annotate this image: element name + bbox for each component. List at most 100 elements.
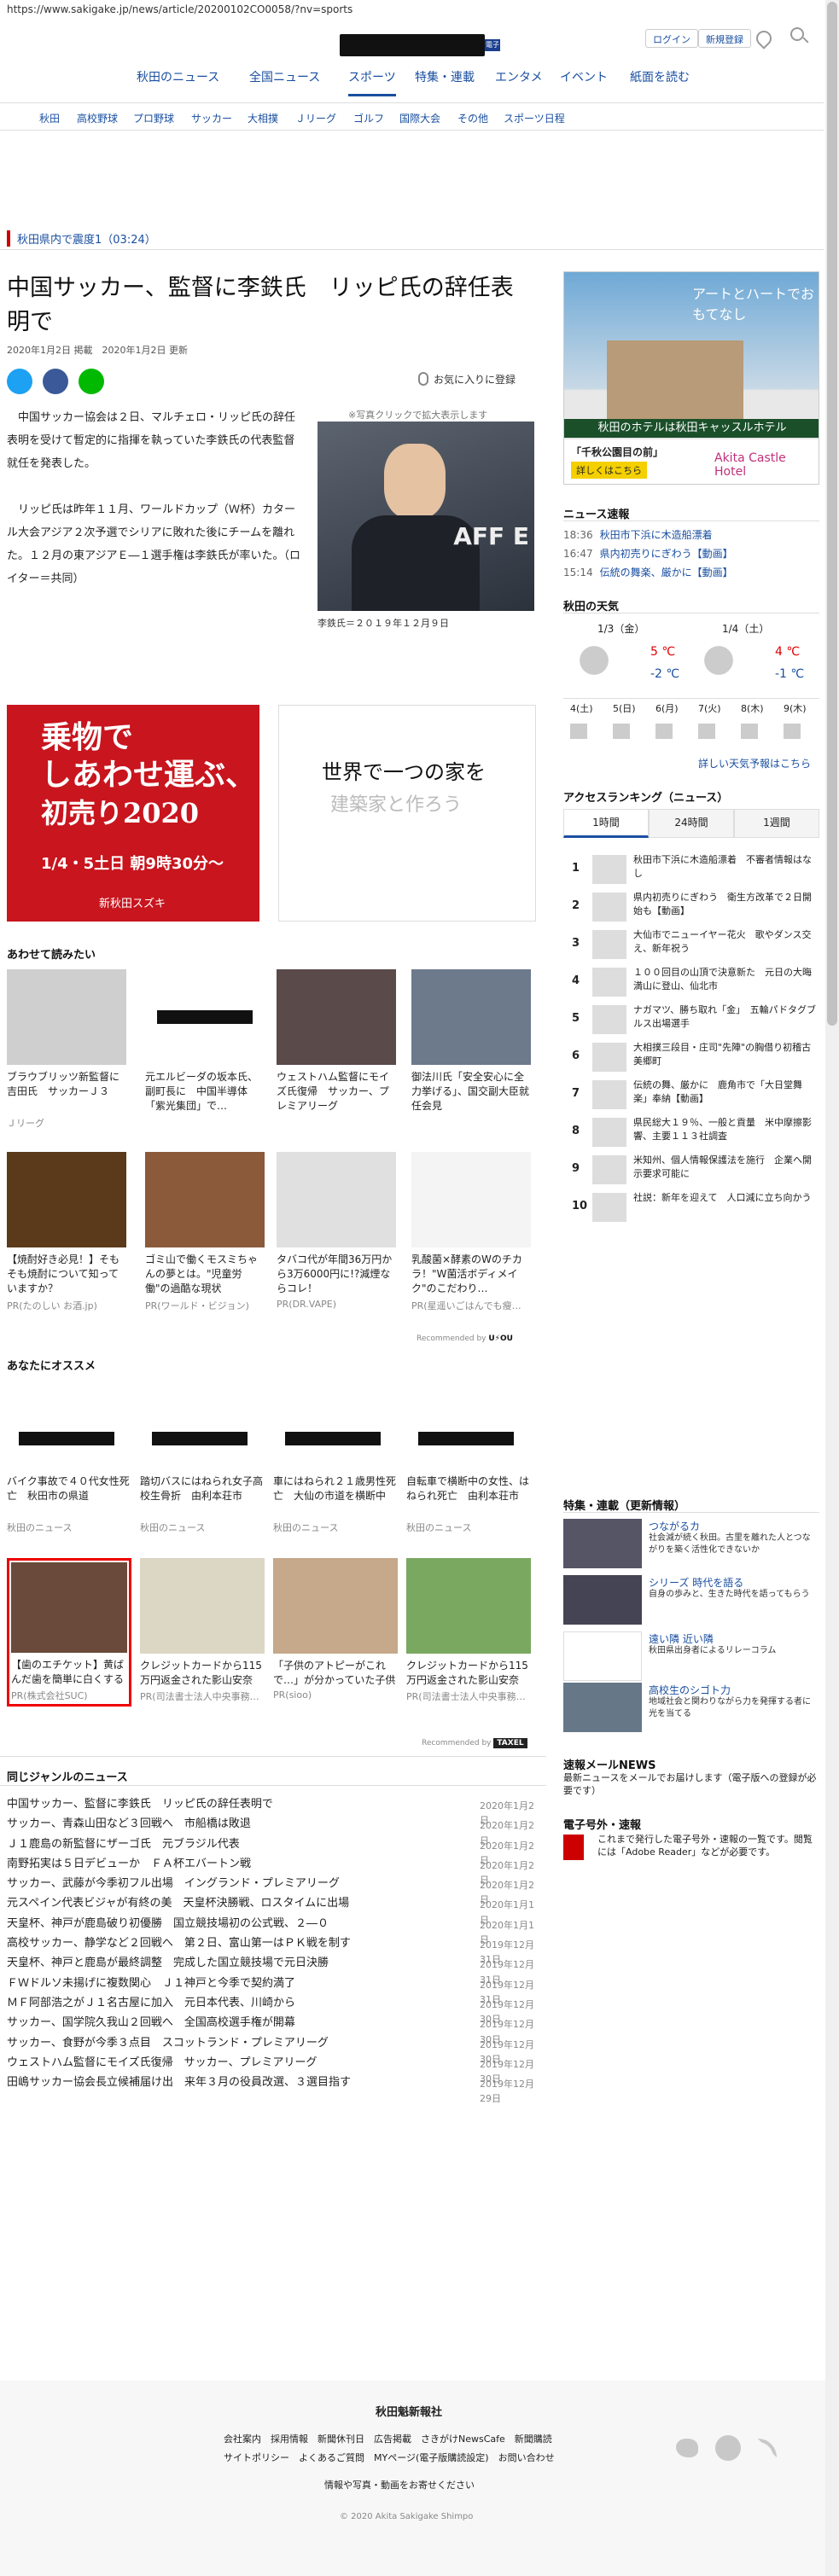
genre-item[interactable]: サッカー、青森山田など３回戦へ 市船橋は敗退 2020年1月2日 — [7, 1817, 536, 1846]
related-card[interactable]: 御法川氏「安全安心に全力挙げる」、国交副大臣就任会見 — [411, 969, 531, 1116]
feature-item[interactable]: シリーズ 時代を語る 自身の歩みと、生きた時代を語ってもらう — [563, 1575, 819, 1626]
genre-item[interactable]: 南野拓実は５日デビューか ＦＡ杯エバートン戦 2020年1月2日 — [7, 1857, 536, 1886]
footer-link[interactable]: 広告掲載 — [374, 2434, 411, 2445]
nav-paper[interactable]: 紙面を読む — [630, 68, 690, 85]
news-flash-item[interactable]: 18:36 秋田市下浜に木造船漂着 — [563, 527, 713, 542]
genre-item[interactable]: 元スペイン代表ビジャが有終の美 天皇杯決勝戦、ロスタイムに出場 2020年1月1日 — [7, 1896, 536, 1925]
footer-link[interactable]: 会社案内 — [224, 2434, 261, 2445]
subnav-item[interactable]: プロ野球 — [133, 111, 174, 125]
footer-link[interactable]: 採用情報 — [271, 2434, 308, 2445]
nav-akita[interactable]: 秋田のニュース — [137, 68, 219, 85]
footer-link[interactable]: 新聞購読 — [515, 2434, 552, 2445]
genre-item[interactable]: 中国サッカー、監督に李鉄氏 リッピ氏の辞任表明で 2020年1月2日 — [7, 1797, 536, 1826]
facebook-icon[interactable] — [715, 2435, 741, 2461]
article-photo[interactable]: AFF E — [318, 422, 534, 611]
subnav-item[interactable]: スポーツ日程 — [504, 111, 565, 125]
ranking-tab-24h[interactable]: 24時間 — [649, 809, 734, 838]
site-logo[interactable]: 電子版 — [340, 34, 500, 61]
related-card[interactable]: ウェストハム監督にモイズ氏復帰 サッカー、プレミアリーグ — [277, 969, 396, 1116]
subnav-item[interactable]: その他 — [457, 111, 488, 125]
scrollbar-thumb[interactable] — [827, 2, 837, 1026]
genre-item[interactable]: サッカー、国学院久我山２回戦へ 全国高校選手権が開幕 2019年12月30日 — [7, 2015, 536, 2044]
extra-heading[interactable]: 電子号外・速報 — [563, 1816, 641, 1832]
ranking-tab-1w[interactable]: 1週間 — [734, 809, 819, 838]
nav-events[interactable]: イベント — [560, 68, 608, 85]
recommend-card[interactable]: クレジットカードから115万円返金された影山安奈（68）男性 PR(司法書士法人中… — [140, 1558, 265, 1703]
genre-item[interactable]: Ｊ１鹿島の新監督にザーゴ氏 元ブラジル代表 2020年1月2日 — [7, 1837, 536, 1866]
ranking-item[interactable]: 7 伝統の舞、厳かに 鹿角市で「大日堂舞楽」奉納【動画】 — [563, 1077, 819, 1114]
ranking-item[interactable]: 9 米知州、個人情報保護法を施行 企業へ開示要求可能に — [563, 1152, 819, 1189]
weather-link[interactable]: 詳しい天気予報はこちら — [698, 756, 811, 770]
recommend-card[interactable]: クレジットカードから115万円返金された影山安奈（68）男性 PR(司法書士法人中… — [406, 1558, 531, 1703]
recommend-card[interactable]: 自転車で横断中の女性、はねられ死亡 由利本荘市 秋田のニュース — [406, 1391, 531, 1534]
feature-item[interactable]: つながるカ 社会減が続く秋田。古里を離れた人とつながりを築く活性化できないか — [563, 1519, 819, 1570]
subnav-item[interactable]: 高校野球 — [77, 111, 118, 125]
nav-sports[interactable]: スポーツ — [348, 68, 396, 96]
mail-heading[interactable]: 速報メールNEWS — [563, 1756, 655, 1772]
feature-item[interactable]: 高校生のシゴト力 地域社会と関わりながら力を発揮する者に光を当てる — [563, 1683, 819, 1734]
subnav-item[interactable]: ゴルフ — [353, 111, 384, 125]
ranking-item[interactable]: 8 県民総大１９％、一般と貢量 米中摩擦影響、主要１１３社調査 — [563, 1114, 819, 1151]
related-card[interactable]: 元エルビーダの坂本氏、副町長に 中国半導体「紫光集団」で… — [145, 969, 265, 1116]
recommend-card[interactable]: 踏切バスにはねられ女子高校生骨折 由利本荘市 秋田のニュース — [140, 1391, 265, 1534]
ranking-item[interactable]: 2 県内初売りにぎわう 衛生方改革で２日開始も【動画】 — [563, 889, 819, 926]
related-card[interactable]: ゴミ山で働くモスミちゃんの夢とは。"児童労働"の過酷な現状 PR(ワールド・ビジョ… — [145, 1152, 265, 1312]
line-share-icon[interactable] — [79, 369, 104, 394]
ranking-item[interactable]: 1 秋田市下浜に木造船漂着 不審者情報はなし — [563, 852, 819, 888]
genre-item[interactable]: 高校サッカー、静学など２回戦へ 第２日、富山第一はＰＫ戦を制す 2019年12月3… — [7, 1936, 536, 1965]
ranking-item[interactable]: 3 大仙市でニューイヤー花火 歌やダンス交え、新年祝う — [563, 927, 819, 963]
feature-item[interactable]: 遠い隣 近い隣 秋田県出身者によるリレーコラム — [563, 1631, 819, 1683]
favorite-link[interactable]: お気に入りに登録 — [434, 372, 516, 387]
facebook-share-icon[interactable] — [43, 369, 68, 394]
related-card[interactable]: 【焼酎好き必見！】そもそも焼酎について知っていますか？ PR(たのしい お酒.jp… — [7, 1152, 126, 1312]
nav-entertainment[interactable]: エンタメ — [495, 68, 543, 85]
recommend-card-highlighted[interactable]: 【歯のエチケット】黄ばんだ歯を簡単に白くする方法が大… PR(株式会社SUC) — [7, 1558, 131, 1707]
ad-castle-hotel[interactable]: アートとハートでおもてなし 秋田のホテルは秋田キャッスルホテル 「千秋公園目の前… — [563, 271, 819, 485]
footer-link[interactable]: MYページ(電子版購読設定) — [374, 2452, 489, 2463]
genre-item[interactable]: ＦＷドルソ未揚げに複数関心 Ｊ１神戸と今季で契約満了 2019年12月31日 — [7, 1976, 536, 2005]
genre-item[interactable]: ＭＦ阿部浩之がＪ１名古屋に加入 元日本代表、川崎から 2019年12月30日 — [7, 1996, 536, 2025]
subnav-item[interactable]: サッカー — [191, 111, 232, 125]
news-flash-item[interactable]: 15:14 伝統の舞楽、厳かに【動画】 — [563, 565, 733, 579]
footer-link[interactable]: お問い合わせ — [498, 2452, 555, 2463]
subnav-item[interactable]: 秋田 — [39, 111, 60, 125]
register-button[interactable]: 新規登録 — [698, 29, 751, 48]
nav-national[interactable]: 全国ニュース — [249, 68, 320, 85]
ad-architect[interactable]: 世界で一つの家を 建築家と作ろう — [278, 705, 536, 922]
subnav-item[interactable]: Ｊリーグ — [295, 111, 336, 125]
ranking-item[interactable]: 10 社説：新年を迎えて 人口減に立ち向かう — [563, 1189, 819, 1226]
ranking-item[interactable]: 5 ナガマツ、勝ち取れ「金」 五輪パドタグブルス出場選手 — [563, 1002, 819, 1038]
twitter-icon[interactable] — [676, 2439, 698, 2457]
ad-footer: 「千秋公園目の前」 詳しくはこちら Akita Castle Hotel — [564, 439, 819, 484]
breaking-news[interactable]: 秋田県内で震度1（03:24） — [7, 230, 156, 247]
genre-item[interactable]: 田嶋サッカー協会長立候補届け出 来年３月の役員改選、３選目指す 2019年12月2… — [7, 2075, 536, 2104]
genre-item[interactable]: 天皇杯、神戸と鹿島が最終調整 完成した国立競技場で元日決勝 2019年12月31日 — [7, 1956, 536, 1985]
subnav-item[interactable]: 国際大会 — [399, 111, 440, 125]
footer-link[interactable]: よくあるご質問 — [299, 2452, 364, 2463]
subnav-item[interactable]: 大相撲 — [248, 111, 278, 125]
ad-suzuki[interactable]: 乗物で しあわせ運ぶ、 初売り2020 1/4・5土日 朝9時30分～ 新秋田スズキ — [7, 705, 259, 922]
twitter-share-icon[interactable] — [7, 369, 32, 394]
ranking-item[interactable]: 4 １００回目の山頂で決意新た 元日の大晦満山に登山、仙北市 — [563, 964, 819, 1001]
ranking-tab-1h[interactable]: 1時間 — [563, 809, 649, 838]
genre-item[interactable]: ウェストハム監督にモイズ氏復帰 サッカー、プレミアリーグ 2019年12月30日 — [7, 2056, 536, 2085]
news-flash-item[interactable]: 16:47 県内初売りにぎわう【動画】 — [563, 546, 733, 561]
footer-link[interactable]: サイトポリシー — [224, 2452, 289, 2463]
genre-item[interactable]: 天皇杯、神戸が鹿島破り初優勝 国立競技場初の公式戦、２―０ 2020年1月1日 — [7, 1916, 536, 1945]
related-card[interactable]: タバコ代が年間36万円から3万6000円に!?減煙ならコレ！ PR(DR.VAPE… — [277, 1152, 396, 1310]
recommend-card[interactable]: バイク事故で４０代女性死亡 秋田市の県道 秋田のニュース — [7, 1391, 131, 1534]
footer-link[interactable]: 新聞休刊日 — [318, 2434, 364, 2445]
nav-features[interactable]: 特集・連載 — [415, 68, 475, 85]
genre-item[interactable]: サッカー、食野が今季３点目 スコットランド・プレミアリーグ 2019年12月30日 — [7, 2036, 536, 2065]
footer-note[interactable]: 情報や写真・動画をお寄せください — [324, 2478, 475, 2492]
related-card[interactable]: ブラウブリッツ新監督に吉田氏 サッカーＪ３ Ｊリーグ — [7, 969, 126, 1130]
search-icon[interactable] — [790, 27, 804, 41]
clip-icon[interactable] — [753, 27, 775, 49]
ranking-item[interactable]: 6 大相撲三段目・庄司"先陣"の胸借り初稽古 美郷町 — [563, 1039, 819, 1076]
recommend-card[interactable]: 「子供のアトピーがこれで…」が分かっていた子供の石鹸を変え… PR(sioo) — [273, 1558, 398, 1701]
related-card[interactable]: 乳酸菌×酵素のWのチカラ！"W菌活ボディメイク"のこだわり… PR(星遥いごはんで… — [411, 1152, 531, 1312]
footer-link[interactable]: さきがけNewsCafe — [421, 2434, 505, 2445]
recommend-card[interactable]: 車にはねられ２１歳男性死亡 大仙の市道を横断中 秋田のニュース — [273, 1391, 398, 1534]
login-button[interactable]: ログイン — [645, 29, 698, 48]
genre-item[interactable]: サッカー、武藤が今季初フル出場 イングランド・プレミアリーグ 2020年1月2日 — [7, 1876, 536, 1905]
